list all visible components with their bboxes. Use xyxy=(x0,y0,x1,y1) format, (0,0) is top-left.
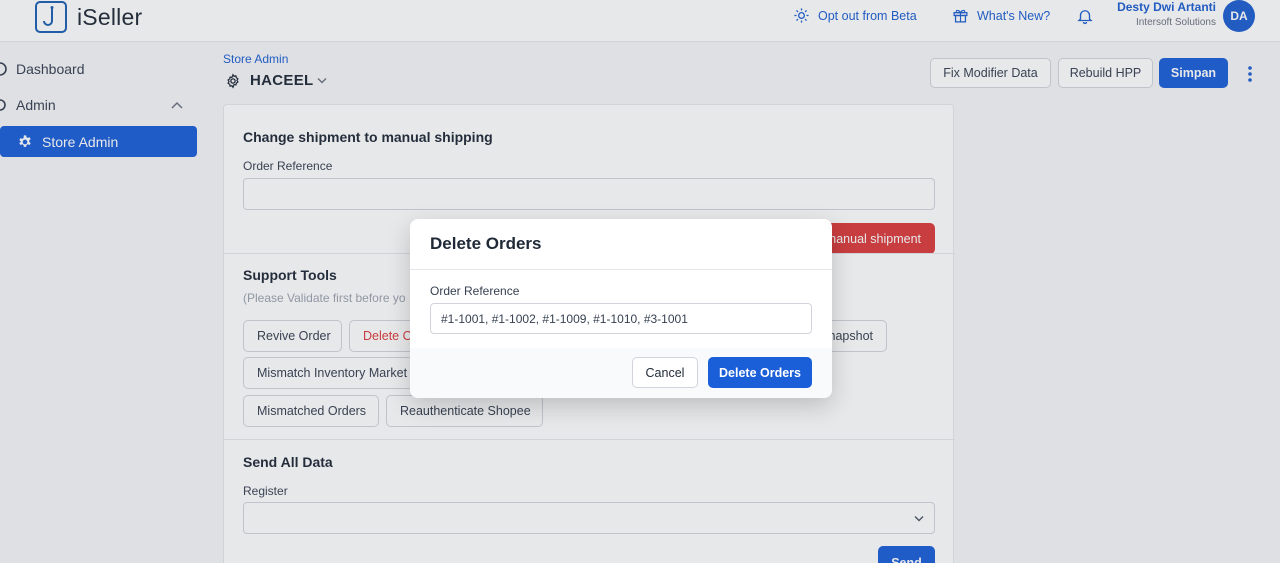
modal-footer: Cancel Delete Orders xyxy=(410,348,832,398)
modal-divider xyxy=(410,269,832,270)
order-reference-input[interactable] xyxy=(430,303,812,334)
modal-title: Delete Orders xyxy=(430,234,542,253)
delete-orders-modal: Delete Orders Order Reference Cancel Del… xyxy=(410,219,832,398)
delete-orders-confirm-button[interactable]: Delete Orders xyxy=(708,357,812,388)
cancel-button[interactable]: Cancel xyxy=(632,357,698,388)
order-reference-label: Order Reference xyxy=(430,284,520,298)
